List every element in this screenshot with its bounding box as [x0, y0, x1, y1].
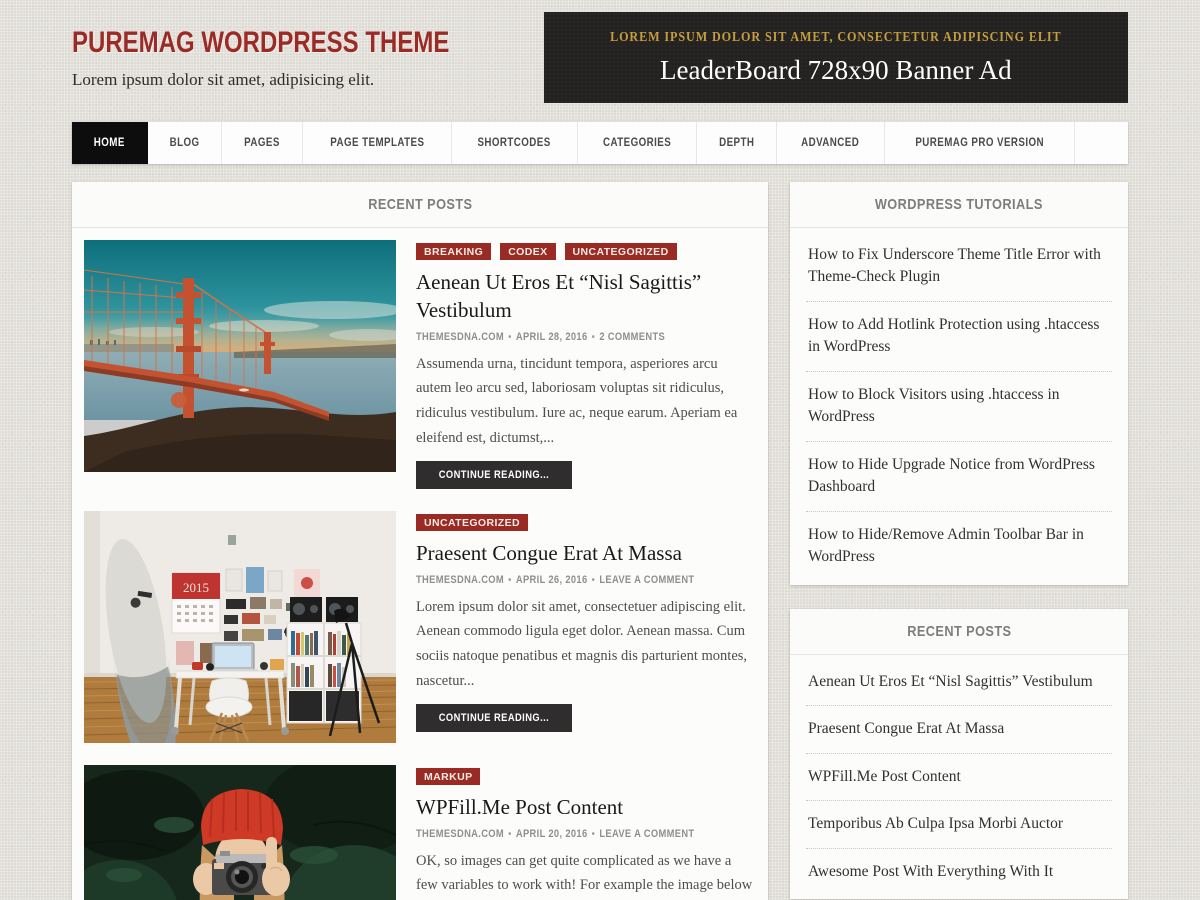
- sidebar-recent-post-link[interactable]: Praesent Congue Erat At Massa: [806, 706, 1112, 753]
- widget-heading: WORDPRESS TUTORIALS: [790, 182, 1128, 228]
- post-item: BREAKING CODEX UNCATEGORIZED Aenean Ut E…: [84, 240, 756, 489]
- post-author-link[interactable]: THEMESDNA.COM: [416, 828, 504, 840]
- sidebar-recent-post-link[interactable]: Aenean Ut Eros Et “Nisl Sagittis” Vestib…: [806, 659, 1112, 706]
- photographer-forest-image: [84, 765, 396, 900]
- post-author-link[interactable]: THEMESDNA.COM: [416, 331, 504, 343]
- sidebar-tutorial-link[interactable]: How to Hide/Remove Admin Toolbar Bar in …: [806, 512, 1112, 581]
- continue-reading-label: CONTINUE READING...: [439, 469, 549, 481]
- meta-separator: •: [592, 575, 595, 586]
- nav-item-shortcodes[interactable]: SHORTCODES: [452, 122, 577, 164]
- site-title-link[interactable]: PUREMAG WORDPRESS THEME: [72, 26, 449, 60]
- sidebar-recent-post-link[interactable]: WPFill.Me Post Content: [806, 754, 1112, 801]
- main-navigation: HOME BLOG PAGES PAGE TEMPLATES SHORTCODE…: [72, 122, 1128, 164]
- post-author-link[interactable]: THEMESDNA.COM: [416, 574, 504, 586]
- meta-separator: •: [592, 829, 595, 840]
- meta-separator: •: [508, 332, 511, 343]
- site-branding: PUREMAG WORDPRESS THEME Lorem ipsum dolo…: [72, 12, 544, 90]
- post-date: APRIL 28, 2016: [516, 331, 588, 343]
- post-comments-link[interactable]: LEAVE A COMMENT: [599, 828, 694, 840]
- post-item: 2015: [84, 511, 756, 743]
- category-badge[interactable]: CODEX: [500, 243, 555, 260]
- post-title-link[interactable]: Aenean Ut Eros Et “Nisl Sagittis” Vestib…: [416, 268, 756, 325]
- category-badge[interactable]: UNCATEGORIZED: [416, 514, 528, 531]
- nav-item-label: DEPTH: [719, 137, 754, 149]
- sidebar-tutorial-link[interactable]: How to Fix Underscore Theme Title Error …: [806, 232, 1112, 302]
- post-categories: BREAKING CODEX UNCATEGORIZED: [416, 242, 756, 260]
- post-categories: UNCATEGORIZED: [416, 513, 756, 531]
- nav-item-label: SHORTCODES: [478, 137, 551, 149]
- post-comments-link[interactable]: LEAVE A COMMENT: [599, 574, 694, 586]
- continue-reading-button[interactable]: CONTINUE READING...: [416, 461, 572, 489]
- continue-reading-button[interactable]: CONTINUE READING...: [416, 704, 572, 732]
- post-excerpt: Assumenda urna, tincidunt tempora, asper…: [416, 352, 756, 451]
- post-excerpt: OK, so images can get quite complicated …: [416, 849, 756, 900]
- widget-heading-label: WORDPRESS TUTORIALS: [875, 182, 1043, 228]
- nav-item-advanced[interactable]: ADVANCED: [777, 122, 884, 164]
- nav-item-home[interactable]: HOME: [72, 122, 148, 164]
- nav-item-depth[interactable]: DEPTH: [697, 122, 777, 164]
- post-body: MARKUP WPFill.Me Post Content THEMESDNA.…: [416, 765, 756, 900]
- category-badge[interactable]: UNCATEGORIZED: [565, 243, 677, 260]
- widget-recent-posts: RECENT POSTS Aenean Ut Eros Et “Nisl Sag…: [790, 609, 1128, 899]
- widget-heading-label: RECENT POSTS: [907, 609, 1011, 655]
- sidebar-recent-post-link[interactable]: Awesome Post With Everything With It: [806, 849, 1112, 895]
- post-categories: MARKUP: [416, 767, 756, 785]
- post-title-link[interactable]: WPFill.Me Post Content: [416, 793, 756, 821]
- page: PUREMAG WORDPRESS THEME Lorem ipsum dolo…: [72, 0, 1128, 900]
- post-date: APRIL 26, 2016: [516, 574, 588, 586]
- section-heading-label: RECENT POSTS: [368, 182, 472, 228]
- nav-item-page-templates[interactable]: PAGE TEMPLATES: [303, 122, 453, 164]
- golden-gate-bridge-image: [84, 240, 396, 472]
- post-body: BREAKING CODEX UNCATEGORIZED Aenean Ut E…: [416, 240, 756, 489]
- widget-wordpress-tutorials: WORDPRESS TUTORIALS How to Fix Underscor…: [790, 182, 1128, 585]
- nav-item-label: PAGE TEMPLATES: [330, 137, 424, 149]
- post-body: UNCATEGORIZED Praesent Congue Erat At Ma…: [416, 511, 756, 743]
- nav-item-label: CATEGORIES: [603, 137, 671, 149]
- nav-item-label: PAGES: [244, 137, 280, 149]
- nav-item-label: PUREMAG PRO VERSION: [915, 137, 1044, 149]
- post-thumbnail-photographer[interactable]: [84, 765, 396, 900]
- site-tagline: Lorem ipsum dolor sit amet, adipisicing …: [72, 70, 544, 90]
- banner-ad-title: LeaderBoard 728x90 Banner Ad: [660, 55, 1012, 86]
- svg-text:2015: 2015: [183, 580, 209, 595]
- nav-item-pages[interactable]: PAGES: [222, 122, 303, 164]
- meta-separator: •: [508, 575, 511, 586]
- nav-item-categories[interactable]: CATEGORIES: [578, 122, 697, 164]
- post-title-link[interactable]: Praesent Congue Erat At Massa: [416, 539, 756, 567]
- post-thumbnail-workspace[interactable]: 2015: [84, 511, 396, 743]
- sidebar-tutorial-link[interactable]: How to Hide Upgrade Notice from WordPres…: [806, 442, 1112, 512]
- continue-reading-label: CONTINUE READING...: [439, 712, 549, 724]
- sidebar-tutorial-link[interactable]: How to Add Hotlink Protection using .hta…: [806, 302, 1112, 372]
- post-meta: THEMESDNA.COM • APRIL 28, 2016 • 2 COMMENTS: [416, 331, 756, 343]
- meta-separator: •: [508, 829, 511, 840]
- section-heading: RECENT POSTS: [72, 182, 768, 228]
- post-comments-link[interactable]: 2 COMMENTS: [599, 331, 665, 343]
- post-date: APRIL 20, 2016: [516, 828, 588, 840]
- banner-ad-caption: LOREM IPSUM DOLOR SIT AMET, CONSECTETUR …: [610, 29, 1061, 45]
- post-thumbnail-golden-gate[interactable]: [84, 240, 396, 472]
- nav-item-label: ADVANCED: [801, 137, 859, 149]
- nav-item-puremag-pro[interactable]: PUREMAG PRO VERSION: [885, 122, 1075, 164]
- post-excerpt: Lorem ipsum dolor sit amet, consectetuer…: [416, 595, 756, 694]
- nav-item-blog[interactable]: BLOG: [148, 122, 222, 164]
- post-meta: THEMESDNA.COM • APRIL 20, 2016 • LEAVE A COM…: [416, 828, 756, 840]
- nav-item-label: HOME: [94, 137, 125, 149]
- category-badge[interactable]: MARKUP: [416, 768, 480, 785]
- category-badge[interactable]: BREAKING: [416, 243, 491, 260]
- nav-item-label: BLOG: [169, 137, 199, 149]
- workspace-room-image: 2015: [84, 511, 396, 743]
- recent-posts-panel: RECENT POSTS: [72, 182, 768, 900]
- post-meta: THEMESDNA.COM • APRIL 26, 2016 • LEAVE A COM…: [416, 574, 756, 586]
- site-header: PUREMAG WORDPRESS THEME Lorem ipsum dolo…: [72, 12, 1128, 103]
- sidebar: WORDPRESS TUTORIALS How to Fix Underscor…: [790, 182, 1128, 900]
- sidebar-recent-post-link[interactable]: Temporibus Ab Culpa Ipsa Morbi Auctor: [806, 801, 1112, 848]
- sidebar-tutorial-link[interactable]: How to Block Visitors using .htaccess in…: [806, 372, 1112, 442]
- leaderboard-banner-ad[interactable]: LOREM IPSUM DOLOR SIT AMET, CONSECTETUR …: [544, 12, 1128, 103]
- meta-separator: •: [592, 332, 595, 343]
- widget-heading: RECENT POSTS: [790, 609, 1128, 655]
- post-item: MARKUP WPFill.Me Post Content THEMESDNA.…: [84, 765, 756, 900]
